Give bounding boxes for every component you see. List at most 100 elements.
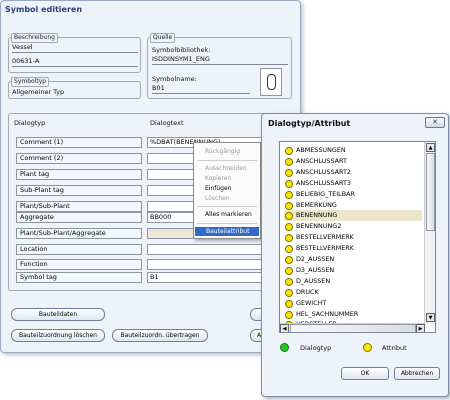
attribut-icon <box>285 288 293 297</box>
list-item[interactable]: D_AUSSEN <box>284 276 422 287</box>
list-item[interactable]: ANSCHLUSSART2 <box>284 167 422 178</box>
quelle-label: Quelle <box>150 33 176 43</box>
list-item[interactable]: GEWICHT <box>284 298 422 309</box>
list-item-label: BENENNUNG2 <box>296 222 342 231</box>
row-label-aggregate: Aggregate <box>16 212 142 223</box>
menu-item-cut[interactable]: Ausschneiden <box>194 164 260 173</box>
scroll-left-icon[interactable]: ◀ <box>280 324 289 332</box>
list-item-label: BENENNUNG <box>296 211 338 220</box>
list-item-label: HEL_SACHNUMMER <box>296 309 359 318</box>
attribut-icon <box>285 299 293 308</box>
list-item-label: GEWICHT <box>296 298 327 307</box>
window-title: Symbol editieren <box>5 5 83 14</box>
row-label-symbol-tag: Symbol tag <box>16 272 142 283</box>
list-item[interactable]: D3_AUSSEN <box>284 265 422 276</box>
list-item-label: BELIEBIG_TEILBAR <box>296 189 355 198</box>
list-item-label: DRUCK <box>296 287 319 296</box>
horizontal-scroll-thumb[interactable] <box>290 324 416 332</box>
beschreibung-line2[interactable]: 00631-A <box>12 57 138 67</box>
attribut-icon <box>285 234 293 243</box>
menu-item-copy[interactable]: Kopieren <box>194 174 260 183</box>
quelle-group: Quelle Symbolbibliothek: ISDDINSYM1_ENG … <box>147 33 292 99</box>
attribut-icon <box>285 256 293 264</box>
list-item[interactable]: BESTELLVERMERK <box>284 232 422 243</box>
attribut-icon <box>285 277 293 286</box>
list-item-label: BEMERKUNG <box>296 200 337 209</box>
list-item[interactable]: ABMESSUNGEN <box>284 145 422 156</box>
vertical-scroll-thumb[interactable] <box>426 153 435 231</box>
symbolbibliothek-label: Symbolbibliothek: <box>152 46 211 54</box>
ok-button[interactable]: OK <box>341 367 389 380</box>
scroll-up-icon[interactable]: ▲ <box>426 143 435 152</box>
horizontal-scrollbar[interactable]: ◀ ▶ <box>280 323 425 332</box>
symbol-preview <box>260 68 282 96</box>
vertical-scrollbar[interactable]: ▲ ▼ <box>424 142 435 324</box>
menu-item-undo[interactable]: Rückgängig <box>194 147 260 156</box>
list-item-label: ANSCHLUSSART2 <box>296 167 351 176</box>
dialog-title: Dialogtyp/Attribut <box>268 119 351 128</box>
row-label-plant-sub-plant: Plant/Sub-Plant <box>16 201 142 212</box>
menu-separator <box>197 160 257 161</box>
menu-separator <box>197 223 257 224</box>
bauteildaten-button[interactable]: Bauteildaten <box>11 308 105 321</box>
col-header-dialogtyp: Dialogtyp <box>14 119 46 127</box>
attribut-icon <box>285 168 293 177</box>
attribut-icon <box>285 223 293 232</box>
scroll-right-icon[interactable]: ▶ <box>416 324 425 332</box>
attribute-list[interactable]: ABMESSUNGEN ANSCHLUSSART ANSCHLUSSART2 ANSC… <box>279 141 436 333</box>
col-header-dialogtext: Dialogtext <box>150 119 184 127</box>
row-label-comment2: Comment (2) <box>16 153 142 164</box>
list-item-label: D_AUSSEN <box>296 276 331 285</box>
beschreibung-label: Beschreibung <box>11 33 58 43</box>
symboltyp-group: Symboltyp Allgemeiner Typ <box>8 77 141 99</box>
symbolbibliothek-value: ISDDINSYM1_ENG <box>152 55 288 65</box>
row-label-plant-sub-plant-aggregate: Plant/Sub-Plant/Aggregate <box>16 228 142 239</box>
list-item[interactable]: ANSCHLUSSART <box>284 156 422 167</box>
dialogtyp-attribut-dialog: Dialogtyp/Attribut ✕ ABMESSUNGEN ANSCHLUS… <box>261 113 449 397</box>
attribut-icon <box>285 157 293 166</box>
vessel-symbol-icon <box>267 74 276 90</box>
close-icon[interactable]: ✕ <box>425 117 445 128</box>
list-item[interactable]: ANSCHLUSSART3 <box>284 178 422 189</box>
list-item-label: BESTELLVERMERK <box>296 233 354 242</box>
list-item[interactable]: DRUCK <box>284 287 422 298</box>
menu-item-bauteilattribut[interactable]: Bauteilattribut <box>195 227 259 236</box>
attribut-icon <box>285 245 293 254</box>
list-item-label: BESTELLVERMERK <box>296 244 354 253</box>
beschreibung-line1[interactable]: Vessel <box>12 43 138 53</box>
bauteilzuordnung-loeschen-button[interactable]: Bauteilzuordnung löschen <box>11 329 105 342</box>
menu-item-select-all[interactable]: Alles markieren <box>194 210 260 219</box>
legend-attribut-label: Attribut <box>382 344 407 352</box>
row-label-plant-tag: Plant tag <box>16 169 142 180</box>
attribut-icon <box>285 201 293 210</box>
list-item[interactable]: BEMERKUNG <box>284 200 422 211</box>
menu-separator <box>197 206 257 207</box>
attribut-icon <box>285 212 293 221</box>
abbrechen-button[interactable]: Abbrechen <box>394 367 440 380</box>
attribut-icon <box>285 266 293 275</box>
legend-dialogtyp-label: Dialogtyp <box>300 344 332 352</box>
attribut-legend-icon <box>363 343 372 352</box>
bauteilzuordnung-uebertragen-button[interactable]: Bauteilzuordn. übertragen <box>112 329 208 342</box>
menu-item-paste[interactable]: Einfügen <box>194 184 260 193</box>
menu-item-delete[interactable]: Löschen <box>194 194 260 203</box>
list-item-label: ANSCHLUSSART3 <box>296 178 351 187</box>
attribut-icon <box>285 190 293 199</box>
attribut-icon <box>285 310 293 319</box>
list-item[interactable]: BELIEBIG_TEILBAR <box>284 189 422 200</box>
list-item[interactable]: BENENNUNG2 <box>284 221 422 232</box>
row-label-comment1: Comment (1) <box>16 137 142 148</box>
row-label-sub-plant-tag: Sub-Plant tag <box>16 185 142 196</box>
symbolname-label: Symbolname: <box>152 75 197 83</box>
dialogtyp-legend-icon <box>280 343 289 352</box>
list-item[interactable]: BENENNUNG <box>284 210 422 222</box>
list-item[interactable]: D2_AUSSEN <box>284 254 422 265</box>
symboltyp-label: Symboltyp <box>11 77 50 87</box>
scroll-down-icon[interactable]: ▼ <box>426 313 435 322</box>
list-item[interactable]: BESTELLVERMERK <box>284 243 422 254</box>
list-item-label: ABMESSUNGEN <box>296 146 346 154</box>
row-label-function: Function <box>16 259 142 270</box>
list-item-label: ANSCHLUSSART <box>296 156 347 165</box>
list-item[interactable]: HEL_SACHNUMMER <box>284 309 422 320</box>
symboltyp-value: Allgemeiner Typ <box>12 88 65 96</box>
